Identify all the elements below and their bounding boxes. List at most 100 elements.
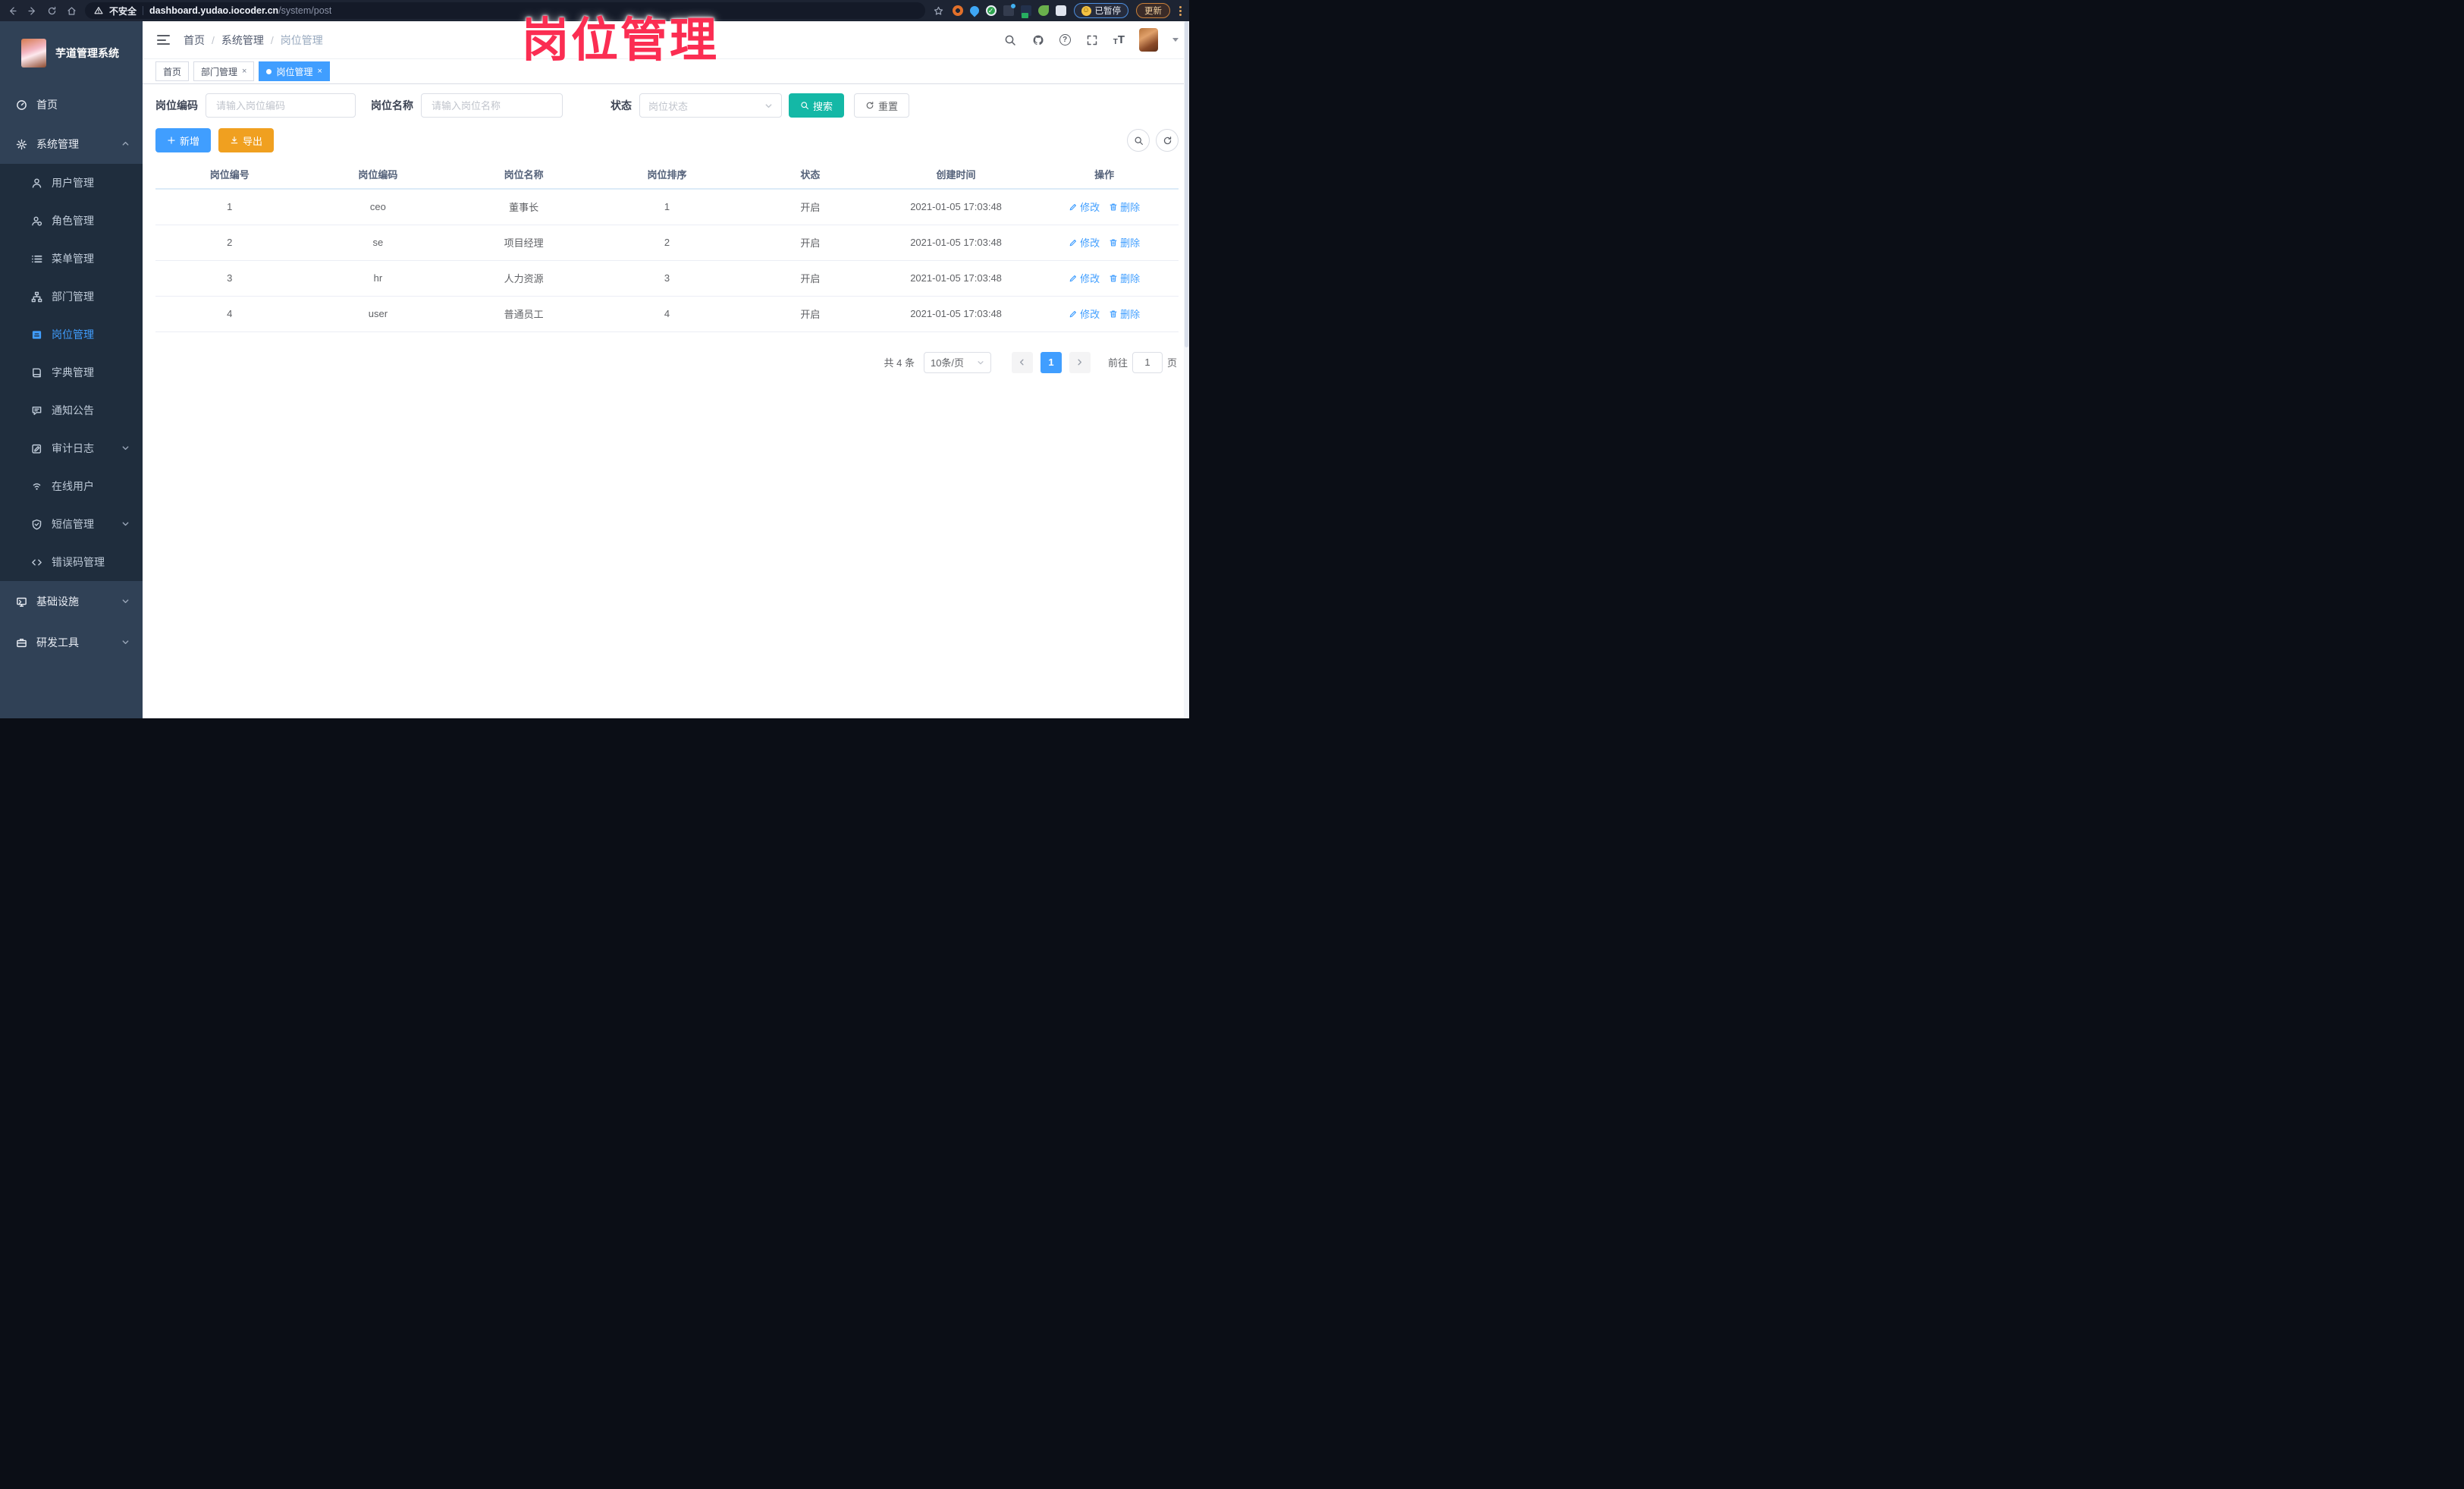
sidebar-item-infrastructure[interactable]: 基础设施 bbox=[0, 581, 143, 622]
forward-icon[interactable] bbox=[26, 5, 38, 17]
tab-dept[interactable]: 部门管理 × bbox=[193, 61, 255, 81]
edit-link[interactable]: 修改 bbox=[1069, 199, 1100, 214]
bookmark-star-icon[interactable] bbox=[933, 5, 945, 17]
sidebar-item-notice[interactable]: 通知公告 bbox=[0, 391, 143, 429]
delete-link[interactable]: 删除 bbox=[1109, 199, 1140, 214]
delete-link[interactable]: 删除 bbox=[1109, 271, 1140, 285]
tab-close-icon[interactable]: × bbox=[242, 67, 246, 76]
extension-check-icon[interactable]: ✓ bbox=[985, 5, 997, 16]
extension-crx-icon[interactable] bbox=[1020, 5, 1031, 18]
chevron-down-icon bbox=[764, 102, 773, 110]
header-search-icon[interactable] bbox=[1003, 33, 1017, 47]
github-icon[interactable] bbox=[1031, 33, 1045, 47]
tab-label: 首页 bbox=[163, 66, 182, 77]
sidebar-item-system[interactable]: 系统管理 bbox=[0, 124, 143, 164]
post-name-input[interactable] bbox=[430, 99, 554, 112]
reset-button[interactable]: 重置 bbox=[854, 93, 910, 118]
font-size-icon[interactable]: TT bbox=[1113, 33, 1125, 46]
page-number-button[interactable]: 1 bbox=[1040, 351, 1062, 373]
paused-extension-pill[interactable]: ☺ 已暂停 bbox=[1073, 3, 1128, 18]
export-button[interactable]: 导出 bbox=[218, 128, 275, 152]
user-avatar[interactable] bbox=[1139, 28, 1158, 52]
add-button[interactable]: 新增 bbox=[155, 128, 212, 152]
extension-sprout-icon[interactable] bbox=[1037, 5, 1049, 16]
extension-grid-icon[interactable] bbox=[1003, 4, 1015, 16]
col-header-created: 创建时间 bbox=[881, 160, 1031, 190]
next-page-button[interactable] bbox=[1069, 351, 1091, 373]
chevron-down-icon bbox=[121, 638, 130, 647]
not-secure-warning-icon bbox=[94, 6, 103, 15]
tab-label: 部门管理 bbox=[201, 66, 238, 77]
post-badge-icon bbox=[30, 328, 42, 341]
cell-id: 3 bbox=[155, 260, 304, 297]
sidebar-item-posts[interactable]: 岗位管理 bbox=[0, 316, 143, 353]
page-suffix-label: 页 bbox=[1166, 357, 1177, 369]
system-submenu: 用户管理 角色管理 菜单管理 部门管理 岗位管理 字典管理 通知公告 审计日志 … bbox=[0, 164, 143, 581]
col-header-sort: 岗位排序 bbox=[595, 160, 739, 190]
status-select[interactable]: 岗位状态 bbox=[639, 93, 782, 118]
sidebar-item-roles[interactable]: 角色管理 bbox=[0, 202, 143, 240]
col-header-status: 状态 bbox=[738, 160, 882, 190]
delete-link[interactable]: 删除 bbox=[1109, 235, 1140, 250]
edit-link[interactable]: 修改 bbox=[1069, 306, 1100, 321]
add-button-label: 新增 bbox=[180, 135, 200, 147]
help-icon[interactable]: ? bbox=[1059, 34, 1071, 46]
breadcrumb-home[interactable]: 首页 bbox=[184, 33, 205, 48]
security-label[interactable]: 不安全 bbox=[109, 5, 137, 17]
fullscreen-icon[interactable] bbox=[1085, 33, 1099, 47]
app-logo-row[interactable]: 芋道管理系统 bbox=[0, 21, 143, 85]
avatar-caret-icon[interactable] bbox=[1172, 38, 1179, 42]
browser-update-button[interactable]: 更新 bbox=[1136, 3, 1170, 18]
goto-page-input[interactable] bbox=[1132, 351, 1163, 373]
cell-sort: 2 bbox=[595, 225, 739, 261]
post-table: 岗位编号 岗位编码 岗位名称 岗位排序 状态 创建时间 操作 1 ceo 董事长… bbox=[155, 160, 1179, 332]
address-bar[interactable]: 不安全 dashboard.yudao.iocoder.cn/system/po… bbox=[85, 2, 925, 19]
post-code-input[interactable] bbox=[215, 99, 347, 112]
cell-sort: 3 bbox=[595, 260, 739, 297]
page-size-select[interactable]: 10条/页 bbox=[923, 351, 991, 373]
sidebar-item-dict[interactable]: 字典管理 bbox=[0, 353, 143, 391]
sidebar-item-label: 研发工具 bbox=[36, 636, 79, 649]
sidebar-item-error-codes[interactable]: 错误码管理 bbox=[0, 543, 143, 581]
sidebar-item-sms[interactable]: 短信管理 bbox=[0, 505, 143, 543]
refresh-button[interactable] bbox=[1156, 129, 1179, 152]
delete-link[interactable]: 删除 bbox=[1109, 306, 1140, 321]
sidebar-item-label: 角色管理 bbox=[52, 215, 94, 227]
tab-home[interactable]: 首页 bbox=[155, 61, 190, 81]
paused-label: 已暂停 bbox=[1094, 7, 1122, 16]
sidebar-item-users[interactable]: 用户管理 bbox=[0, 164, 143, 202]
sidebar-item-devtools[interactable]: 研发工具 bbox=[0, 622, 143, 663]
scrollbar-thumb[interactable] bbox=[1185, 21, 1188, 347]
col-header-code: 岗位编码 bbox=[303, 160, 453, 190]
home-icon[interactable] bbox=[65, 5, 77, 17]
edit-link[interactable]: 修改 bbox=[1069, 235, 1100, 250]
search-button[interactable]: 搜索 bbox=[789, 93, 845, 118]
edit-link[interactable]: 修改 bbox=[1069, 271, 1100, 285]
sidebar-toggle-icon[interactable] bbox=[155, 32, 171, 48]
cell-code: hr bbox=[303, 260, 453, 297]
sidebar-item-online-users[interactable]: 在线用户 bbox=[0, 467, 143, 505]
toggle-search-button[interactable] bbox=[1127, 129, 1150, 152]
extension-donut-icon[interactable] bbox=[952, 5, 963, 16]
tab-post[interactable]: 岗位管理 × bbox=[259, 61, 330, 81]
search-form: 岗位编码 岗位名称 状态 岗位状态 搜索 bbox=[155, 93, 1179, 118]
sidebar-item-audit-log[interactable]: 审计日志 bbox=[0, 429, 143, 467]
back-icon[interactable] bbox=[6, 5, 18, 17]
app-frame: 芋道管理系统 首页 系统管理 用户管理 角色管理 菜单管理 部门管理 岗位管理 … bbox=[0, 21, 1189, 718]
prev-page-button[interactable] bbox=[1011, 351, 1033, 373]
page-scrollbar[interactable] bbox=[1184, 21, 1189, 718]
sidebar-item-menus[interactable]: 菜单管理 bbox=[0, 240, 143, 278]
extensions-puzzle-icon[interactable] bbox=[1055, 5, 1066, 16]
cell-sort: 1 bbox=[595, 189, 739, 225]
sidebar-item-home[interactable]: 首页 bbox=[0, 85, 143, 124]
browser-menu-icon[interactable] bbox=[1178, 5, 1183, 16]
url-text[interactable]: dashboard.yudao.iocoder.cn/system/post bbox=[149, 5, 331, 16]
sidebar-item-depts[interactable]: 部门管理 bbox=[0, 278, 143, 316]
browser-bar: 不安全 dashboard.yudao.iocoder.cn/system/po… bbox=[0, 0, 1189, 21]
tags-view-bar: 首页 部门管理 × 岗位管理 × bbox=[143, 59, 1189, 84]
cell-created: 2021-01-05 17:03:48 bbox=[881, 260, 1031, 297]
tab-close-icon[interactable]: × bbox=[317, 67, 322, 76]
code-icon bbox=[30, 556, 42, 568]
reload-icon[interactable] bbox=[46, 5, 58, 17]
extension-pin-icon[interactable] bbox=[968, 4, 981, 17]
